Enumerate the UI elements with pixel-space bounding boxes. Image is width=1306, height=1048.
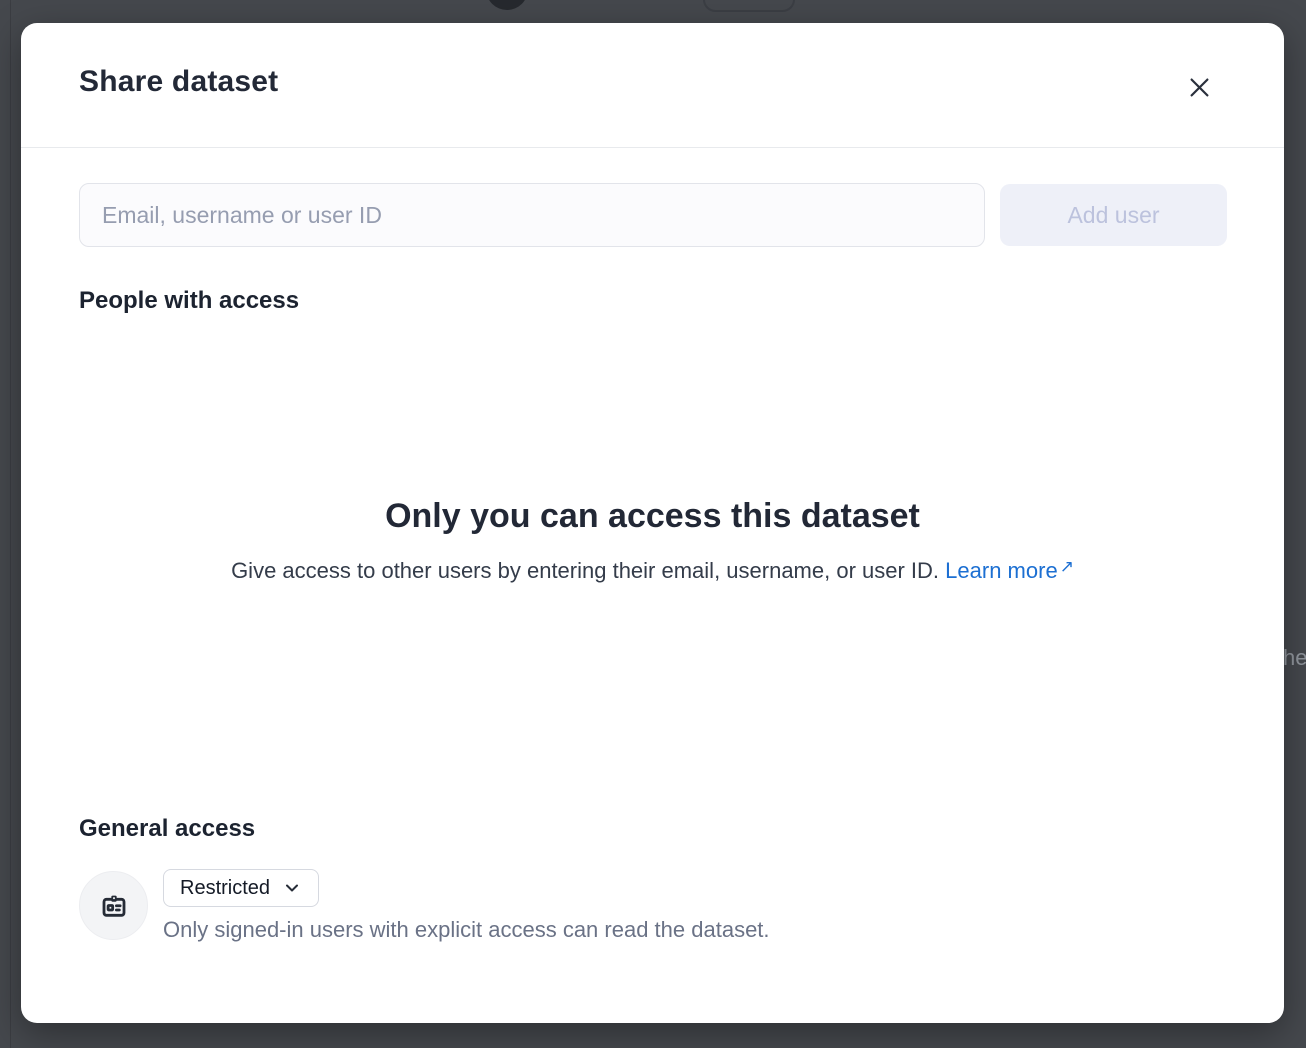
learn-more-link[interactable]: Learn more↗ — [945, 558, 1074, 583]
dimmed-pill-button — [703, 0, 795, 12]
underlying-page-edge — [10, 0, 11, 1048]
visibility-description: Only signed-in users with explicit acces… — [163, 917, 770, 943]
dimmed-avatar — [486, 0, 528, 10]
external-link-arrow-icon: ↗ — [1060, 557, 1074, 577]
empty-state-description-text: Give access to other users by entering t… — [231, 558, 939, 583]
close-icon — [1186, 74, 1213, 101]
empty-access-state: Only you can access this dataset Give ac… — [21, 497, 1284, 584]
visibility-selected-label: Restricted — [180, 877, 270, 900]
user-search-input[interactable] — [79, 183, 985, 247]
chevron-down-icon — [282, 878, 302, 898]
empty-state-title: Only you can access this dataset — [21, 497, 1284, 536]
id-badge-icon — [98, 890, 130, 922]
empty-state-description: Give access to other users by entering t… — [21, 558, 1284, 584]
general-access-heading: General access — [79, 815, 255, 843]
visibility-dropdown[interactable]: Restricted — [163, 869, 319, 907]
close-button[interactable] — [1179, 67, 1219, 107]
share-dataset-dialog: Share dataset Add user People with acces… — [21, 23, 1284, 1023]
people-with-access-heading: People with access — [79, 287, 299, 315]
dialog-title: Share dataset — [79, 65, 278, 99]
general-access-avatar — [79, 871, 148, 940]
dialog-header: Share dataset — [21, 23, 1284, 148]
add-user-button[interactable]: Add user — [1000, 184, 1227, 246]
dimmed-page-text: he — [1283, 645, 1306, 671]
